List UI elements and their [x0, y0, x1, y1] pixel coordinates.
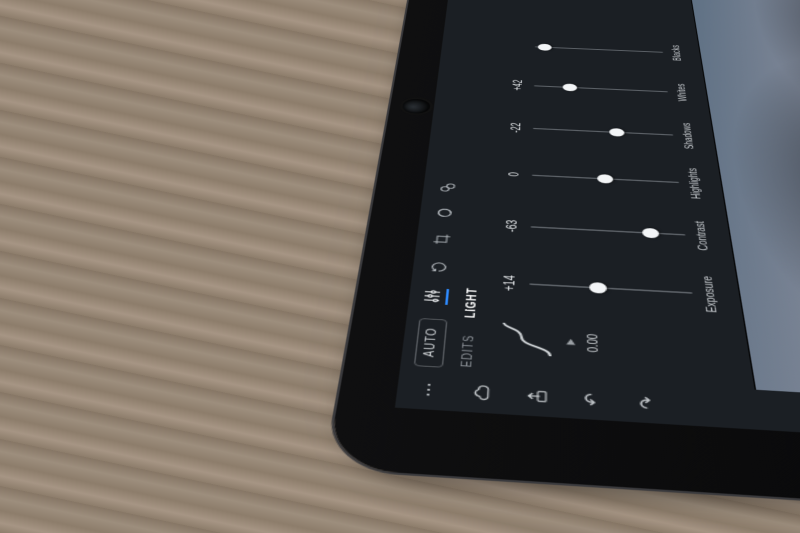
slider-value: 0: [506, 172, 523, 177]
reset-icon[interactable]: [426, 259, 452, 275]
cloud-icon[interactable]: [467, 382, 498, 404]
slider-track[interactable]: [533, 128, 673, 136]
slider-label: Blacks: [670, 45, 684, 61]
curve-expand-icon[interactable]: ▶: [563, 338, 578, 345]
undo-icon[interactable]: ↶: [577, 388, 608, 411]
more-icon[interactable]: ⋯: [413, 379, 445, 401]
app-screen: ⋯ ↶ ↷ AUTO: [395, 0, 800, 463]
slider-track[interactable]: [532, 175, 679, 183]
tone-curve[interactable]: ▶ 0.00: [497, 308, 603, 375]
front-camera: [402, 99, 431, 114]
slider-track[interactable]: [535, 46, 663, 52]
slider-label: Highlights: [686, 168, 704, 200]
slider-value: [512, 46, 527, 47]
curve-icon: [497, 319, 555, 360]
slider-blacks[interactable]: Blacks: [512, 31, 685, 69]
slider-whites[interactable]: +42 Whites: [510, 68, 691, 110]
slider-knob[interactable]: [642, 228, 660, 239]
slider-value: -63: [503, 219, 521, 232]
share-icon[interactable]: [522, 385, 552, 407]
slider-knob[interactable]: [609, 128, 625, 137]
redo-icon[interactable]: ↷: [632, 392, 664, 415]
slider-shadows[interactable]: -22 Shadows: [507, 109, 697, 155]
slider-value: -22: [508, 122, 524, 133]
sliders-icon[interactable]: [422, 287, 449, 304]
slider-label: Contrast: [693, 221, 711, 251]
auto-button[interactable]: AUTO: [414, 318, 448, 368]
healing-icon[interactable]: [435, 180, 459, 194]
optics-icon[interactable]: [432, 205, 457, 220]
slider-label: Shadows: [680, 122, 697, 149]
tab-edits[interactable]: EDITS: [459, 334, 477, 367]
slider-label: Exposure: [700, 276, 720, 313]
slider-knob[interactable]: [563, 83, 577, 91]
slider-highlights[interactable]: 0 Highlights: [505, 154, 705, 204]
curve-value: 0.00: [585, 334, 601, 353]
slider-knob[interactable]: [538, 44, 552, 51]
slider-value: +14: [500, 275, 519, 292]
slider-track[interactable]: [529, 283, 692, 293]
slider-track[interactable]: [531, 226, 686, 235]
tablet-device: ⋯ ↶ ↷ AUTO: [326, 0, 800, 533]
slider-label: Whites: [675, 83, 690, 101]
slider-knob[interactable]: [589, 282, 607, 294]
slider-knob[interactable]: [597, 174, 613, 184]
slider-contrast[interactable]: -63 Contrast: [502, 204, 712, 260]
crop-icon[interactable]: [429, 231, 454, 246]
slider-value: +42: [510, 79, 526, 90]
tab-light[interactable]: LIGHT: [463, 287, 480, 318]
slider-track[interactable]: [534, 85, 668, 92]
